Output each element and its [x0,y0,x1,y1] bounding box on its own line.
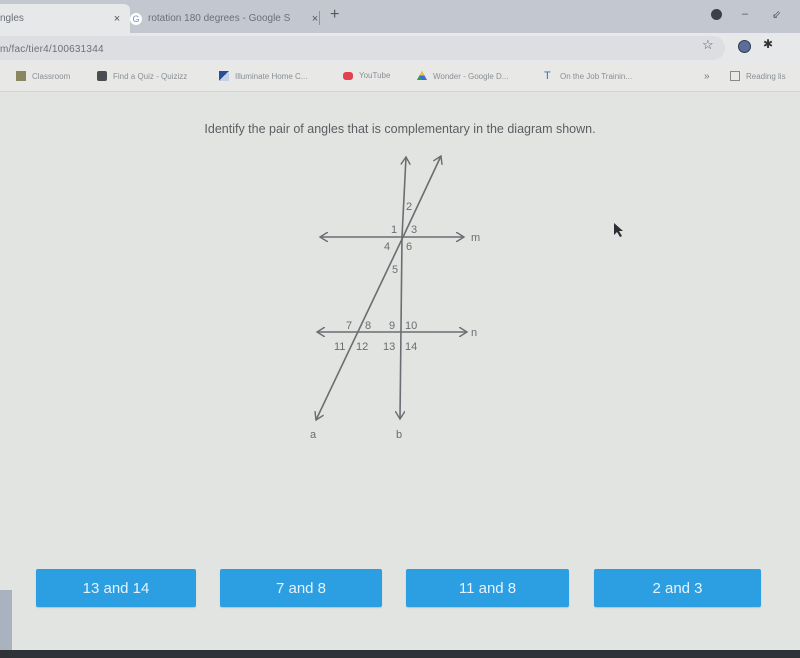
bookmarks-overflow-button[interactable]: » [704,71,710,82]
bookmarks-bar: Classroom Find a Quiz - Quizizz Illumina… [0,63,800,92]
restore-button[interactable]: ⇙ [772,8,781,21]
angle-label-11: 11 [334,341,345,353]
choice-button-1[interactable]: 13 and 14 [36,569,196,607]
quiz-page: Identify the pair of angles that is comp… [0,92,800,650]
line-b [402,157,406,238]
angle-label-8: 8 [365,320,371,332]
classroom-icon [16,71,26,81]
bookmark-label: Wonder - Google D... [433,71,509,81]
line-label-n: n [471,327,477,339]
google-drive-icon [417,71,427,81]
url-text[interactable]: m/fac/tier4/100631344 [0,44,104,55]
angle-label-7: 7 [346,320,352,332]
minimize-button[interactable]: – [742,8,748,20]
tab-title: rotation 180 degrees - Google S [148,13,291,24]
tab-separator [319,11,320,25]
bookmark-label: On the Job Trainin... [560,71,633,81]
tab-strip: ngles × G rotation 180 degrees - Google … [0,0,800,33]
bookmark-label: YouTube [359,71,391,80]
extensions-puzzle-icon[interactable]: ✱ [763,37,773,51]
monitor-bezel [0,650,800,658]
bookmark-illuminate[interactable]: Illuminate Home C... [219,71,307,81]
address-bar[interactable] [0,36,725,60]
bookmark-label: Classroom [32,71,71,81]
line-label-b: b [396,429,402,441]
angle-label-2: 2 [406,201,412,213]
new-tab-button[interactable]: + [330,6,339,24]
reading-list-icon [730,71,740,81]
youtube-icon [343,71,353,80]
bookmark-label: Reading lis [746,71,786,81]
tab-active[interactable]: ngles × [0,4,130,33]
angle-label-9: 9 [389,320,395,332]
angle-label-1: 1 [391,224,397,236]
line-b-down [400,236,402,419]
angle-label-5: 5 [392,264,398,276]
angle-label-10: 10 [405,320,417,332]
reading-list[interactable]: Reading lis [730,71,786,81]
bookmark-label: Illuminate Home C... [235,71,308,81]
profile-icon[interactable] [711,9,722,20]
bookmark-classroom[interactable]: Classroom [16,71,70,81]
quizizz-icon [97,71,107,81]
angle-label-13: 13 [383,341,395,353]
line-label-a: a [310,429,317,441]
bookmark-youtube[interactable]: YouTube [343,71,390,80]
extension-icon[interactable] [738,40,751,53]
line-label-m: m [471,232,480,244]
choice-button-3[interactable]: 11 and 8 [406,569,569,607]
tab-google-search[interactable]: G rotation 180 degrees - Google S × [122,4,328,33]
line-a [402,156,441,238]
angle-diagram: 1 2 3 4 5 6 m 7 8 9 10 11 12 13 14 n a b [310,92,480,441]
angle-label-3: 3 [411,224,417,236]
tab-title: ngles [0,13,24,24]
bookmark-training[interactable]: T On the Job Trainin... [544,70,633,82]
illuminate-icon [219,71,229,81]
angle-label-6: 6 [406,241,412,253]
screen-glare [0,590,12,650]
google-favicon-icon: G [130,12,142,25]
choice-button-2[interactable]: 7 and 8 [220,569,382,607]
angle-label-12: 12 [356,341,368,353]
angle-label-14: 14 [405,341,417,353]
angle-label-4: 4 [384,241,390,253]
mouse-cursor-icon [614,223,623,237]
bookmark-wonder[interactable]: Wonder - Google D... [417,71,508,81]
screen: ngles × G rotation 180 degrees - Google … [0,0,800,650]
bookmark-quizizz[interactable]: Find a Quiz - Quizizz [97,71,187,81]
choice-button-4[interactable]: 2 and 3 [594,569,761,607]
training-icon: T [544,70,551,82]
bookmark-label: Find a Quiz - Quizizz [113,71,188,81]
browser-toolbar [0,33,800,63]
bookmark-star-icon[interactable]: ☆ [702,37,714,53]
